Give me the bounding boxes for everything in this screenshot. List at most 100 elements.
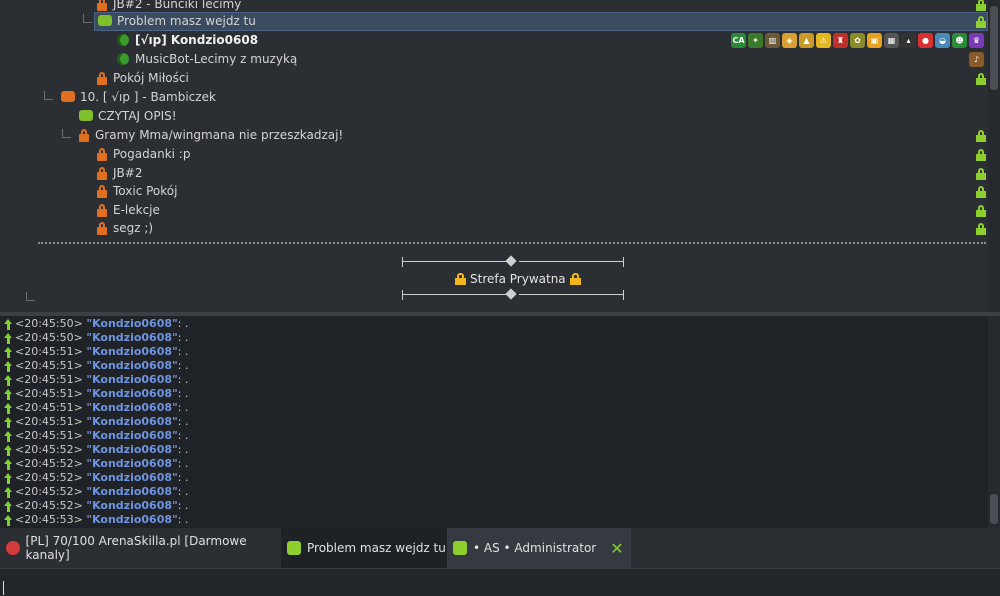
client-arrow-icon [4,388,13,400]
chat-message: <20:45:51> "Kondzio0608": . [4,373,188,387]
message-text: : . [177,401,189,414]
channel-row[interactable]: CZYTAJ OPIS! [0,107,988,126]
tab-server[interactable]: [PL] 70/100 ArenaSkilla.pl [Darmowe kana… [0,528,286,568]
client-arrow-icon [4,318,13,330]
message-time: <20:45:51> [15,345,83,358]
wizard-icon: ♛ [969,33,984,48]
client-nickname: [√ıp] Kondzio0608 [135,33,259,47]
chat-scrollbar[interactable] [988,316,1000,528]
channel-row[interactable]: Pogadanki :p [0,145,988,164]
message-text: : . [177,485,189,498]
gold-lock-icon [569,273,581,285]
green-lock-icon [976,186,986,198]
message-text: : . [177,457,189,470]
tab-label: • AS • Administrator [473,541,597,555]
tree-branch-icon [62,129,71,138]
hat-icon: ▴ [901,33,916,48]
client-arrow-icon [4,416,13,428]
message-nick[interactable]: "Kondzio0608" [86,373,177,386]
chat-message: <20:45:53> "Kondzio0608": . [4,513,188,527]
message-nick[interactable]: "Kondzio0608" [86,429,177,442]
client-status-icon [117,53,129,65]
close-tab-icon[interactable]: ✕ [610,539,623,558]
message-nick[interactable]: "Kondzio0608" [86,317,177,330]
channel-row[interactable]: JB#2 [0,164,988,183]
message-nick[interactable]: "Kondzio0608" [86,457,177,470]
client-row[interactable]: MusicBot-Lecimy z muzyką ♪ [0,50,988,69]
channel-label: Toxic Pokój [113,184,178,198]
channel-row-selected[interactable]: Problem masz wejdz tu [0,12,988,31]
chat-log[interactable]: <20:45:50> "Kondzio0608": . <20:45:50> "K… [0,316,988,528]
boat-icon: ▲ [799,33,814,48]
message-text: : . [177,513,189,526]
lock-icon [97,167,107,180]
lock-icon [97,204,107,217]
message-text: : . [177,387,189,400]
message-nick[interactable]: "Kondzio0608" [86,513,177,526]
message-nick[interactable]: "Kondzio0608" [86,331,177,344]
channel-label: Problem masz wejdz tu [117,14,256,28]
message-nick[interactable]: "Kondzio0608" [86,471,177,484]
client-row[interactable]: [√ıp] Kondzio0608 CA ✦ ▥ ◈ ▲ ⚠ ♜ ✿ ▣ ▦ ▴ ● ◒ ☻ ♛ [0,31,988,50]
lock-icon [79,129,89,142]
chat-input[interactable] [0,568,1000,596]
message-nick[interactable]: "Kondzio0608" [86,415,177,428]
chat-message: <20:45:51> "Kondzio0608": . [4,387,188,401]
green-lock-icon [976,16,986,28]
chat-message: <20:45:52> "Kondzio0608": . [4,485,188,499]
message-nick[interactable]: "Kondzio0608" [86,401,177,414]
server-shield-icon [6,541,20,555]
private-zone-spacer[interactable]: Strefa Prywatna [455,272,581,286]
tree-scrollbar[interactable] [988,0,1000,312]
chat-bubble-icon [79,110,93,121]
message-nick[interactable]: "Kondzio0608" [86,387,177,400]
client-badges: CA ✦ ▥ ◈ ▲ ⚠ ♜ ✿ ▣ ▦ ▴ ● ◒ ☻ ♛ [731,33,984,48]
client-arrow-icon [4,514,13,526]
chat-scrollbar-thumb[interactable] [990,494,998,524]
tree-scrollbar-thumb[interactable] [990,6,998,90]
message-time: <20:45:52> [15,443,83,456]
globe-icon: ◒ [935,33,950,48]
message-nick[interactable]: "Kondzio0608" [86,345,177,358]
chat-bubble-icon [61,91,75,102]
lock-icon [97,0,107,11]
message-nick[interactable]: "Kondzio0608" [86,499,177,512]
message-nick[interactable]: "Kondzio0608" [86,359,177,372]
chat-message: <20:45:50> "Kondzio0608": . [4,317,188,331]
channel-row[interactable]: Gramy Mma/wingmana nie przeszkadzaj! [0,126,988,145]
message-time: <20:45:51> [15,401,83,414]
message-time: <20:45:51> [15,373,83,386]
warning-icon: ⚠ [816,33,831,48]
chat-bubble-icon [287,541,301,555]
spacer-divider [38,242,986,246]
green-lock-icon [976,130,986,142]
client-arrow-icon [4,374,13,386]
client-arrow-icon [4,402,13,414]
message-time: <20:45:51> [15,359,83,372]
client-arrow-icon [4,472,13,484]
tab-private-chat[interactable]: • AS • Administrator ✕ [447,528,631,568]
channel-label: segz ;) [113,221,154,235]
tab-channel[interactable]: Problem masz wejdz tu [281,528,452,568]
channel-row[interactable]: Toxic Pokój [0,182,988,201]
client-arrow-icon [4,430,13,442]
green-lock-icon [976,149,986,161]
message-nick[interactable]: "Kondzio0608" [86,485,177,498]
tree-branch-icon [26,292,35,301]
fence-icon: ▦ [884,33,899,48]
client-arrow-icon [4,332,13,344]
message-nick[interactable]: "Kondzio0608" [86,443,177,456]
message-text: : . [177,471,189,484]
channel-row[interactable]: E-lekcje [0,201,988,220]
chat-message: <20:45:51> "Kondzio0608": . [4,429,188,443]
channel-label: CZYTAJ OPIS! [98,109,177,123]
leaf-icon: ✦ [748,33,763,48]
channel-tree[interactable]: JB#2 - Bunciki lecimy Problem masz wejdz… [0,0,988,312]
channel-row[interactable]: 10. [ √ıp ] - Bambiczek [0,88,988,107]
chat-message: <20:45:52> "Kondzio0608": . [4,443,188,457]
channel-row[interactable]: Pokój Miłości [0,69,988,88]
music-badge-icon: ♪ [969,52,984,67]
chat-message: <20:45:51> "Kondzio0608": . [4,401,188,415]
channel-row[interactable]: segz ;) [0,219,988,238]
message-text: : . [177,429,189,442]
